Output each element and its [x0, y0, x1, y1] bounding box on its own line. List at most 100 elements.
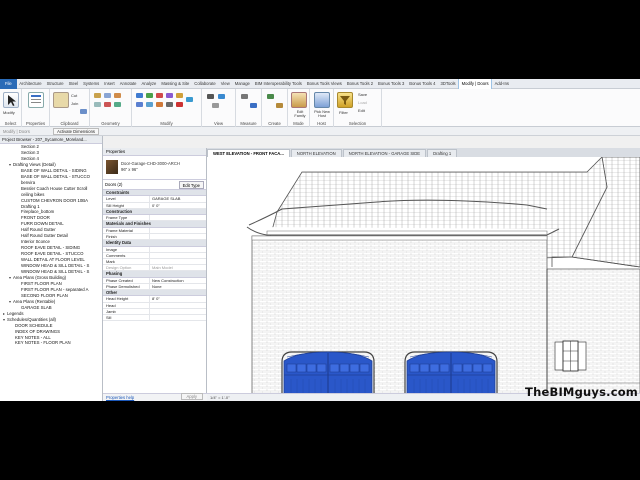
properties-help-link[interactable]: Properties help [106, 395, 134, 400]
browser-item[interactable]: KEY NOTES - FLOOR PLAN [0, 340, 102, 346]
ribbon-tab-bim-interoperability-tools[interactable]: BIM Interoperability Tools [252, 79, 304, 89]
cut-geometry-icon[interactable] [104, 93, 111, 98]
mirror-axis-icon[interactable] [156, 93, 163, 98]
property-value[interactable] [150, 215, 206, 220]
browser-item-label: Section 4 [21, 155, 39, 161]
property-value[interactable]: Main Model [150, 265, 206, 270]
view-tab[interactable]: Drafting 1 [427, 149, 458, 157]
browser-item-label: Legends [7, 310, 24, 316]
drawing-canvas[interactable] [207, 157, 640, 393]
edit-family-label[interactable]: Edit Family [291, 110, 309, 118]
copy-icon[interactable] [146, 102, 153, 107]
property-value[interactable] [150, 309, 206, 314]
ribbon-tab-analyze[interactable]: Analyze [139, 79, 159, 89]
property-value[interactable]: GARAGE SLAB [150, 196, 206, 201]
browser-item-label: DOOR SCHEDULE [15, 322, 53, 328]
properties-icon[interactable] [28, 92, 44, 108]
view-tab[interactable]: NORTH ELEVATION - GARAGE SIDE [342, 149, 427, 157]
cut-label[interactable]: Cut [71, 93, 77, 98]
split-icon[interactable] [176, 93, 183, 98]
view-scale[interactable]: 1/4" = 1'-0" [210, 395, 230, 400]
modify-button-label[interactable]: Modify [3, 110, 15, 115]
type-selector[interactable]: Door-Garage-CHD-3000-ARCH 96" x 96" [103, 156, 206, 180]
property-row[interactable]: Sill [103, 314, 206, 322]
filter-label[interactable]: Filter [339, 110, 348, 115]
ribbon-tab-add-ins[interactable]: Add-Ins [492, 79, 511, 89]
cope-icon[interactable] [94, 93, 101, 98]
property-value[interactable]: 0' 0" [150, 203, 206, 208]
property-value[interactable] [150, 315, 206, 320]
browser-item-label: benvira [21, 179, 36, 185]
ribbon-tab-steel[interactable]: Steel [66, 79, 81, 89]
linework-icon[interactable] [212, 103, 219, 108]
ribbon-tab-massing-site[interactable]: Massing & Site [159, 79, 192, 89]
property-value[interactable]: 8' 0" [150, 296, 206, 301]
view-tab[interactable]: WEST ELEVATION - FRONT FACA... [207, 149, 290, 157]
group-label-clipboard: Clipboard [60, 121, 79, 126]
measure-icon[interactable] [241, 94, 248, 99]
ribbon-tab-insert[interactable]: Insert [102, 79, 117, 89]
ribbon-tab-architecture[interactable]: Architecture [17, 79, 44, 89]
ribbon-tab-bonus-tools-4[interactable]: Bonus Tools 4 [407, 79, 438, 89]
ribbon-tab-view[interactable]: View [218, 79, 232, 89]
edit-type-button[interactable]: Edit Type [178, 181, 204, 189]
ribbon-tab-annotate[interactable]: Annotate [117, 79, 139, 89]
pick-new-host-icon[interactable] [314, 92, 330, 108]
ribbon-tab-bonus-tools-views[interactable]: Bonus Tools Views [304, 79, 344, 89]
property-value[interactable] [150, 253, 206, 258]
delete-icon[interactable] [176, 102, 183, 107]
override-graphics-icon[interactable] [218, 94, 225, 99]
trim-icon[interactable] [166, 102, 173, 107]
pick-new-host-label[interactable]: Pick New Host [312, 110, 332, 118]
create-group-icon[interactable] [276, 103, 283, 108]
ribbon-tab-systems[interactable]: Systems [81, 79, 102, 89]
property-value[interactable]: None [150, 284, 206, 289]
ribbon-group-properties: Properties [22, 89, 50, 127]
browser-item-label: ROOF EAVE DETAIL - SIDING [21, 245, 81, 251]
property-value[interactable] [150, 234, 206, 239]
offset-icon[interactable] [146, 93, 153, 98]
demolish-icon[interactable] [104, 102, 111, 107]
hide-element-icon[interactable] [207, 94, 214, 99]
wall-joins-icon[interactable] [94, 102, 101, 107]
save-selection-label[interactable]: Save [358, 92, 367, 97]
ribbon-tab-collaborate[interactable]: Collaborate [192, 79, 218, 89]
ribbon-tab-bonus-tools-3[interactable]: Bonus Tools 3 [376, 79, 407, 89]
move-icon[interactable] [136, 102, 143, 107]
mirror-draw-icon[interactable] [166, 93, 173, 98]
create-parts-icon[interactable] [267, 94, 274, 99]
rotate-icon[interactable] [156, 102, 163, 107]
edit-selection-label[interactable]: Edit [358, 108, 365, 113]
ribbon-tab-bonus-tools-2[interactable]: Bonus Tools 2 [344, 79, 375, 89]
align-icon[interactable] [136, 93, 143, 98]
view-tab[interactable]: NORTH ELEVATION [290, 149, 342, 157]
array-icon[interactable] [186, 97, 193, 102]
instance-filter[interactable]: Doors (2) Edit Type [103, 180, 206, 190]
edit-family-icon[interactable] [291, 92, 307, 108]
activate-dimensions-button[interactable]: Activate Dimensions [53, 128, 100, 135]
join-label[interactable]: Join [71, 101, 78, 106]
door-type-thumbnail [106, 160, 118, 174]
elevation-drawing[interactable] [207, 157, 640, 393]
garage-door-right[interactable] [404, 351, 498, 393]
ribbon-tab-modify-doors[interactable]: Modify | Doors [458, 79, 493, 89]
match-type-icon[interactable] [80, 109, 87, 114]
ribbon-tab-structure[interactable]: Structure [44, 79, 66, 89]
ribbon-tab-3dtools[interactable]: 3DTools [438, 79, 458, 89]
dimension-icon[interactable] [250, 103, 257, 108]
group-label-host: Host [317, 121, 326, 126]
property-value[interactable] [150, 247, 206, 252]
property-value[interactable] [150, 228, 206, 233]
modify-arrow-icon[interactable] [3, 92, 19, 108]
join-geometry-icon[interactable] [114, 93, 121, 98]
property-value[interactable] [150, 303, 206, 308]
apply-button[interactable]: Apply [180, 393, 203, 400]
property-value[interactable] [150, 259, 206, 264]
filter-icon[interactable] [337, 92, 353, 108]
garage-door-left[interactable] [281, 351, 375, 393]
property-value[interactable]: New Construction [150, 278, 206, 283]
paint-icon[interactable] [114, 102, 121, 107]
paste-icon[interactable] [53, 92, 69, 108]
ribbon-tab-file[interactable]: File [0, 79, 17, 89]
ribbon-tab-manage[interactable]: Manage [232, 79, 252, 89]
